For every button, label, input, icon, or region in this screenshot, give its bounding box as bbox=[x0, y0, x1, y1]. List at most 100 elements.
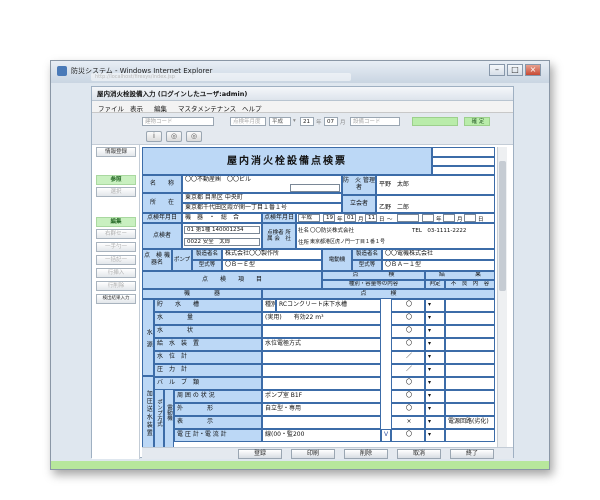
row-kind: 種別 bbox=[262, 299, 276, 312]
row-judge-dropdown[interactable]: ▾ bbox=[425, 338, 445, 351]
next-record-icon[interactable]: ◎ bbox=[186, 131, 202, 142]
row-judge[interactable]: 〇 bbox=[391, 390, 425, 403]
row-judge-dropdown[interactable]: ▾ bbox=[425, 403, 445, 416]
row-judge[interactable]: 〇 bbox=[391, 299, 425, 312]
inspection-end-year-input[interactable] bbox=[422, 214, 434, 222]
row-judge[interactable]: 〇 bbox=[391, 429, 425, 442]
row-value[interactable]: 線(00・監200 bbox=[262, 429, 381, 442]
row-bad[interactable]: 電源回路(劣化) bbox=[445, 416, 495, 429]
year-input[interactable]: 21 bbox=[300, 117, 314, 126]
row-judge-dropdown[interactable]: ▾ bbox=[425, 312, 445, 325]
menu-file[interactable]: ファイル bbox=[98, 103, 124, 113]
building-code-input[interactable]: 建物コード bbox=[142, 117, 214, 126]
row-value[interactable] bbox=[262, 377, 381, 390]
row-judge-dropdown[interactable]: ▾ bbox=[425, 416, 445, 429]
sidebar-item-edit-1[interactable]: 右群セー bbox=[96, 229, 136, 239]
fire-manager-value: 平野 太郎 bbox=[376, 175, 495, 195]
row-value[interactable]: RCコンクリート床下水槽 bbox=[276, 299, 381, 312]
row-value[interactable] bbox=[262, 325, 381, 338]
row-value[interactable] bbox=[262, 351, 381, 364]
row-judge-dropdown[interactable]: ▾ bbox=[425, 299, 445, 312]
inspector-name-input[interactable]: 0022 安全 太郎 bbox=[184, 238, 260, 246]
month-unit: 月 bbox=[340, 120, 346, 126]
row-bad[interactable] bbox=[445, 403, 495, 416]
address-bar[interactable]: http://localhost/firesys/index.jsp bbox=[91, 73, 351, 81]
row-judge-dropdown[interactable]: ▾ bbox=[425, 429, 445, 442]
month-input[interactable]: 07 bbox=[324, 117, 338, 126]
row-judge[interactable]: 〇 bbox=[391, 377, 425, 390]
row-bad[interactable] bbox=[445, 377, 495, 390]
row-judge[interactable]: × bbox=[391, 416, 425, 429]
scrollbar-thumb[interactable] bbox=[499, 161, 506, 291]
confirm-button[interactable]: 確 定 bbox=[464, 117, 490, 126]
menu-edit[interactable]: 編集 bbox=[154, 103, 167, 113]
row-judge[interactable]: 〇 bbox=[391, 403, 425, 416]
row-judge[interactable]: 〇 bbox=[391, 338, 425, 351]
company-address: 東京都港区虎ノ門一丁目１番１号 bbox=[310, 239, 386, 245]
row-judge[interactable]: ／ bbox=[391, 351, 425, 364]
maximize-icon[interactable]: □ bbox=[507, 64, 523, 76]
row-bad[interactable] bbox=[445, 312, 495, 325]
row-judge[interactable]: ／ bbox=[391, 364, 425, 377]
sidebar-item-edit-2[interactable]: 一手勺一 bbox=[96, 242, 136, 252]
row-value[interactable]: 水位電極方式 bbox=[262, 338, 381, 351]
pump-maker-label: 製造者名 bbox=[192, 249, 222, 260]
inspection-day-input[interactable]: 11 bbox=[365, 214, 377, 222]
name-input[interactable] bbox=[290, 184, 340, 192]
row-judge-dropdown[interactable]: ▾ bbox=[425, 325, 445, 338]
row-judge-dropdown[interactable]: ▾ bbox=[425, 351, 445, 364]
motor-maker-value: 〇〇電機株式会社 bbox=[382, 249, 495, 260]
row-bad[interactable] bbox=[445, 325, 495, 338]
close-icon[interactable]: × bbox=[525, 64, 541, 76]
menu-help[interactable]: ヘルプ bbox=[242, 103, 262, 113]
row-value[interactable]: ポンプ室 B1F bbox=[262, 390, 381, 403]
info-icon[interactable]: i bbox=[146, 131, 162, 142]
row-judge[interactable]: 〇 bbox=[391, 312, 425, 325]
menu-master[interactable]: マスタメンテナンス bbox=[178, 103, 236, 113]
delete-row-button[interactable]: 行削除 bbox=[96, 281, 136, 291]
exit-button[interactable]: 終了 bbox=[450, 449, 494, 459]
form-stamp-2 bbox=[432, 157, 495, 166]
menu-view[interactable]: 表示 bbox=[130, 103, 143, 113]
row-value[interactable]: 自立型・専用 bbox=[262, 403, 381, 416]
row-bad[interactable] bbox=[445, 364, 495, 377]
row-value[interactable] bbox=[262, 364, 381, 377]
inspection-end-era-select[interactable] bbox=[397, 214, 419, 222]
row-bad[interactable] bbox=[445, 390, 495, 403]
action-bar: 登録 印刷 削除 取消 終了 bbox=[142, 447, 513, 459]
result-input-button[interactable]: 検出結果入力 bbox=[96, 294, 136, 304]
row-judge-dropdown[interactable]: ▾ bbox=[425, 377, 445, 390]
select-button[interactable]: 選択 bbox=[96, 187, 136, 197]
inspection-year-input[interactable]: 19 bbox=[323, 214, 335, 222]
inspector-cert-input[interactable]: 01 第1種 140001234 bbox=[184, 226, 260, 234]
row-value[interactable] bbox=[262, 416, 381, 429]
era-select[interactable]: 平成 bbox=[269, 117, 291, 126]
facility-code-input[interactable]: 設備コード bbox=[350, 117, 400, 126]
insert-row-button[interactable]: 行挿入 bbox=[96, 268, 136, 278]
prev-record-icon[interactable]: ◎ bbox=[166, 131, 182, 142]
row-value[interactable]: (実用) 有効22 m³ bbox=[262, 312, 381, 325]
sidebar-item-edit-3[interactable]: 一括記一 bbox=[96, 255, 136, 265]
minimize-icon[interactable]: – bbox=[489, 64, 505, 76]
vertical-scrollbar[interactable] bbox=[497, 147, 507, 447]
row-item: 水 状 bbox=[154, 325, 262, 338]
row-item: バ ル ブ 類 bbox=[154, 377, 262, 390]
row-judge[interactable]: 〇 bbox=[391, 325, 425, 338]
inspection-era-select[interactable]: 平成 bbox=[298, 214, 320, 222]
row-bad[interactable] bbox=[445, 299, 495, 312]
inspection-month-input[interactable]: 01 bbox=[344, 214, 356, 222]
row-bad[interactable] bbox=[445, 351, 495, 364]
register-button[interactable]: 登録 bbox=[238, 449, 282, 459]
inspection-end-day-input[interactable] bbox=[464, 214, 476, 222]
delete-button[interactable]: 削除 bbox=[344, 449, 388, 459]
row-bad[interactable] bbox=[445, 338, 495, 351]
cancel-button[interactable]: 取消 bbox=[397, 449, 441, 459]
inspection-date-label-2: 点検年月日 bbox=[262, 213, 296, 223]
year-unit: 年 bbox=[316, 120, 322, 126]
inspection-end-month-input[interactable] bbox=[443, 214, 455, 222]
row-bad[interactable] bbox=[445, 429, 495, 442]
info-register-button[interactable]: 情報登録 bbox=[96, 147, 136, 157]
row-judge-dropdown[interactable]: ▾ bbox=[425, 364, 445, 377]
print-button[interactable]: 印刷 bbox=[291, 449, 335, 459]
row-judge-dropdown[interactable]: ▾ bbox=[425, 390, 445, 403]
